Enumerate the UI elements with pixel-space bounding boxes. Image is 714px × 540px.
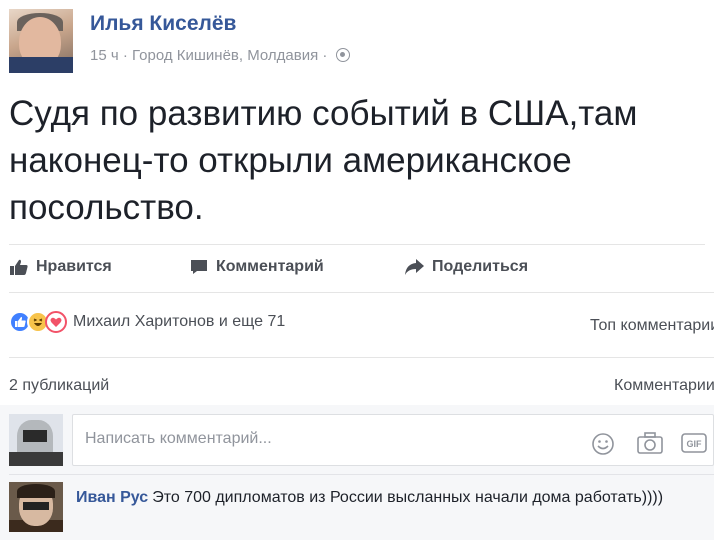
top-comments-dropdown[interactable]: Топ комментарии	[590, 317, 714, 335]
comment-author[interactable]: Иван Рус	[76, 489, 148, 506]
shares-count[interactable]: 2 публикаций	[9, 377, 109, 395]
love-reaction-icon	[45, 311, 67, 333]
thumbs-up-icon	[10, 259, 28, 275]
globe-icon[interactable]	[335, 48, 350, 62]
divider	[9, 292, 714, 293]
share-label: Поделиться	[432, 258, 529, 275]
share-button[interactable]: Поделиться	[404, 258, 528, 276]
current-user-avatar	[9, 414, 63, 466]
post-location[interactable]: Город Кишинёв, Молдавия	[132, 47, 318, 64]
commenter-avatar[interactable]	[9, 482, 63, 532]
post-meta: 15 ч · Город Кишинёв, Молдавия ·	[90, 47, 350, 64]
like-label: Нравится	[36, 258, 112, 275]
comment-placeholder: Написать комментарий...	[85, 430, 272, 447]
emoji-icon[interactable]	[591, 432, 615, 456]
reactions-names[interactable]: Михаил Харитонов и еще 71	[73, 313, 285, 331]
action-bar: Нравится Комментарий Поделиться	[0, 255, 714, 285]
meta-separator-2: ·	[322, 47, 328, 64]
svg-text:GIF: GIF	[687, 439, 703, 449]
author-avatar[interactable]	[9, 9, 73, 73]
comment-button[interactable]: Комментарий	[190, 258, 324, 276]
divider	[9, 474, 714, 475]
comment-input[interactable]: Написать комментарий... GIF	[72, 414, 714, 466]
divider	[9, 244, 705, 245]
comment-body: Иван Рус Это 700 дипломатов из России выс…	[76, 486, 696, 510]
like-button[interactable]: Нравится	[10, 258, 112, 276]
gif-icon[interactable]: GIF	[681, 432, 707, 454]
post-time[interactable]: 15 ч	[90, 47, 119, 64]
divider	[9, 357, 714, 358]
post-text: Судя по развитию событий в США,там након…	[9, 94, 638, 227]
comment-label: Комментарий	[216, 258, 324, 275]
share-arrow-icon	[405, 259, 424, 275]
comment-icon	[191, 260, 207, 274]
author-name[interactable]: Илья Киселёв	[90, 12, 236, 36]
meta-separator: ·	[122, 47, 128, 64]
facebook-post: Илья Киселёв 15 ч · Город Кишинёв, Молда…	[0, 0, 714, 540]
camera-icon[interactable]	[637, 432, 663, 454]
comment-text: Это 700 дипломатов из России высланных н…	[152, 489, 664, 506]
comments-count[interactable]: Комментарии	[614, 377, 714, 395]
reactions-summary[interactable]: Михаил Харитонов и еще 71	[9, 311, 285, 333]
